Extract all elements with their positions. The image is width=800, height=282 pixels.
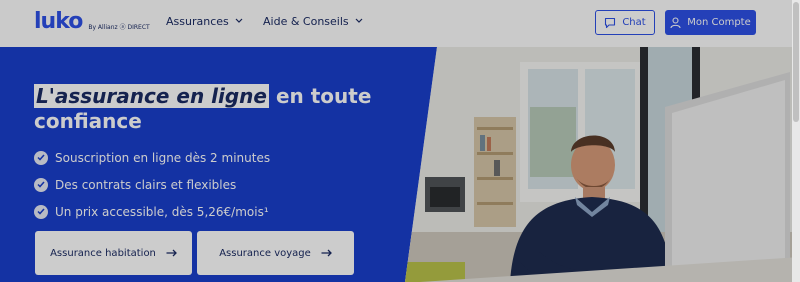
nav-aide-conseils[interactable]: Aide & Conseils: [263, 15, 363, 28]
hero-title-highlight: L'assurance en ligne: [34, 84, 269, 108]
chat-button-label: Chat: [622, 17, 646, 28]
page-scrollbar[interactable]: [792, 0, 800, 282]
check-circle-icon: [34, 150, 48, 165]
arrow-right-icon: [321, 246, 332, 260]
chat-bubble-icon: [605, 17, 616, 28]
benefit-item: Souscription en ligne dès 2 minutes: [34, 144, 270, 171]
chevron-down-icon: [355, 16, 363, 26]
benefit-text: Des contrats clairs et flexibles: [55, 177, 237, 192]
check-circle-icon: [34, 204, 48, 219]
cta-assurance-habitation[interactable]: Assurance habitation: [35, 231, 192, 275]
nav-aide-conseils-label: Aide & Conseils: [263, 15, 349, 28]
scrollbar-thumb[interactable]: [793, 2, 799, 122]
cta-assurance-voyage[interactable]: Assurance voyage: [197, 231, 354, 275]
cta-habitation-label: Assurance habitation: [50, 247, 156, 259]
benefit-item: Des contrats clairs et flexibles: [34, 171, 270, 198]
user-icon: [670, 16, 681, 28]
luko-logo[interactable]: luko By Allianz ⓐ DIRECT: [34, 9, 150, 35]
hero-title: L'assurance en ligne en toute confiance: [34, 84, 374, 134]
chevron-down-icon: [235, 16, 243, 26]
chat-button[interactable]: Chat: [595, 10, 655, 35]
logo-byline: By Allianz ⓐ DIRECT: [88, 24, 150, 31]
nav-assurances-label: Assurances: [166, 15, 229, 28]
arrow-right-icon: [166, 246, 177, 260]
check-circle-icon: [34, 177, 48, 192]
site-header: luko By Allianz ⓐ DIRECT Assurances Aide…: [0, 0, 800, 47]
hero-section: L'assurance en ligne en toute confiance …: [0, 47, 800, 282]
cta-voyage-label: Assurance voyage: [219, 247, 311, 259]
benefit-text: Souscription en ligne dès 2 minutes: [55, 150, 271, 165]
benefits-list: Souscription en ligne dès 2 minutes Des …: [34, 144, 270, 225]
nav-assurances[interactable]: Assurances: [166, 15, 243, 28]
benefit-item: Un prix accessible, dès 5,26€/mois¹: [34, 198, 270, 225]
account-button-label: Mon Compte: [687, 17, 751, 28]
account-button[interactable]: Mon Compte: [665, 10, 756, 35]
logo-wordmark: luko: [34, 9, 83, 34]
benefit-text: Un prix accessible, dès 5,26€/mois¹: [55, 204, 269, 219]
